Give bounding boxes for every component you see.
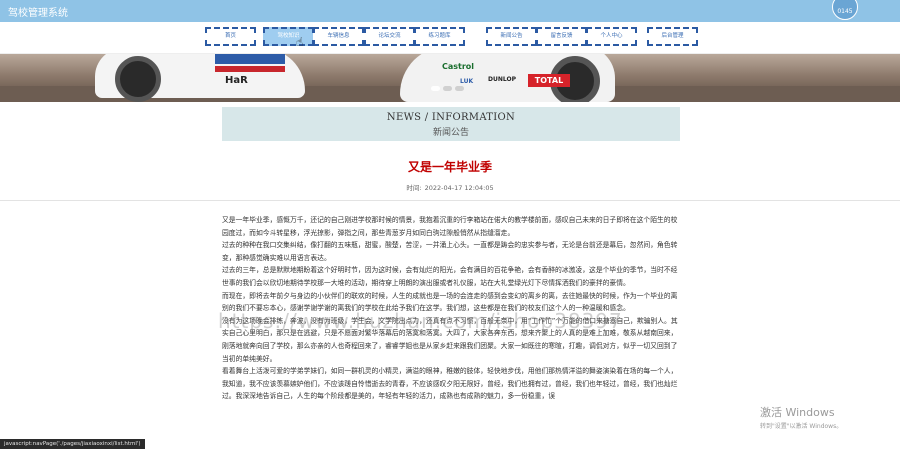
nav-item-driving-knowledge[interactable]: 驾校知识 [263,27,314,46]
dunlop-logo: DUNLOP [488,76,516,83]
race-car-left: HaR [95,54,305,102]
carousel-dot[interactable] [431,86,440,91]
article-paragraph: 过去的种种在我口交集纠结，像打翻的五味瓶，甜蜜，酸楚，苦涩，一并涌上心头。一直都… [222,241,678,262]
article-paragraph: 又是一年毕业季，感慨万千，还记的自己刚进学校那时候的情景，我抱着沉重的行李箱站在… [222,216,678,237]
banner-carousel[interactable]: HaR Castrol LUK DUNLOP TOTAL [0,54,900,102]
nav-item-forum[interactable]: 论坛交流 [364,27,415,46]
nav-item-home[interactable]: 首页 [205,27,256,46]
status-bar-url: javascript:navPage('./pages/jiaxiaoxinxi… [0,439,145,449]
nav-item-news[interactable]: 新闻公告 [486,27,537,46]
nav-item-feedback[interactable]: 留言反馈 [536,27,587,46]
section-header: NEWS / INFORMATION 新闻公告 [222,107,680,141]
nav-item-admin[interactable]: 后台管理 [647,27,698,46]
carousel-dots [431,86,464,91]
watermark: https://www.huzhan.com/ishop38397 [218,309,623,333]
hand-cursor-icon: ☝ [296,35,304,49]
main-nav: 首页 驾校知识 车辆信息 论坛交流 练习题库 新闻公告 留言反馈 个人中心 后台… [0,22,900,54]
carousel-dot[interactable] [443,86,452,91]
car-number-logo: HaR [225,75,248,86]
article-meta: 时间: 2022-04-17 12:04:05 [0,182,900,192]
carousel-dot[interactable] [455,86,464,91]
wheel-icon [115,56,161,102]
section-title-en: NEWS / INFORMATION [386,112,516,123]
windows-activation-notice: 激活 Windows 转到"设置"以激活 Windows。 [760,404,842,430]
nav-item-question-bank[interactable]: 练习题库 [414,27,465,46]
clock-icon: 0145 [832,0,858,20]
article-paragraph: 看着舞台上活泼可爱的学弟学妹们，如同一群机灵的小精灵，满溢的眼神，稚嫩的肢体，轻… [222,367,678,401]
section-title-cn: 新闻公告 [432,128,469,138]
activation-title: 激活 Windows [760,406,835,419]
nav-item-vehicle-info[interactable]: 车辆信息 [313,27,364,46]
total-logo: TOTAL [528,74,570,87]
top-bar: 驾校管理系统 0145 [0,0,900,22]
article-paragraph: 过去的三年，总是默默地期盼着这个好明时节，因为这时候，会有灿烂的阳光，会有满目的… [222,266,678,287]
article-title: 又是一年毕业季 [407,160,492,174]
time-value: 2022-04-17 12:04:05 [424,184,494,192]
site-title: 驾校管理系统 [8,8,68,19]
race-car-right: Castrol LUK DUNLOP TOTAL [400,54,615,102]
car-stripe-blue [215,54,285,64]
car-stripe-red [215,66,285,72]
luk-logo: LUK [460,78,474,85]
time-label: 时间: [406,184,422,192]
castrol-logo: Castrol [442,62,475,71]
nav-item-user-center[interactable]: 个人中心 [586,27,637,46]
divider [0,200,900,201]
activation-subtitle: 转到"设置"以激活 Windows。 [760,423,843,430]
